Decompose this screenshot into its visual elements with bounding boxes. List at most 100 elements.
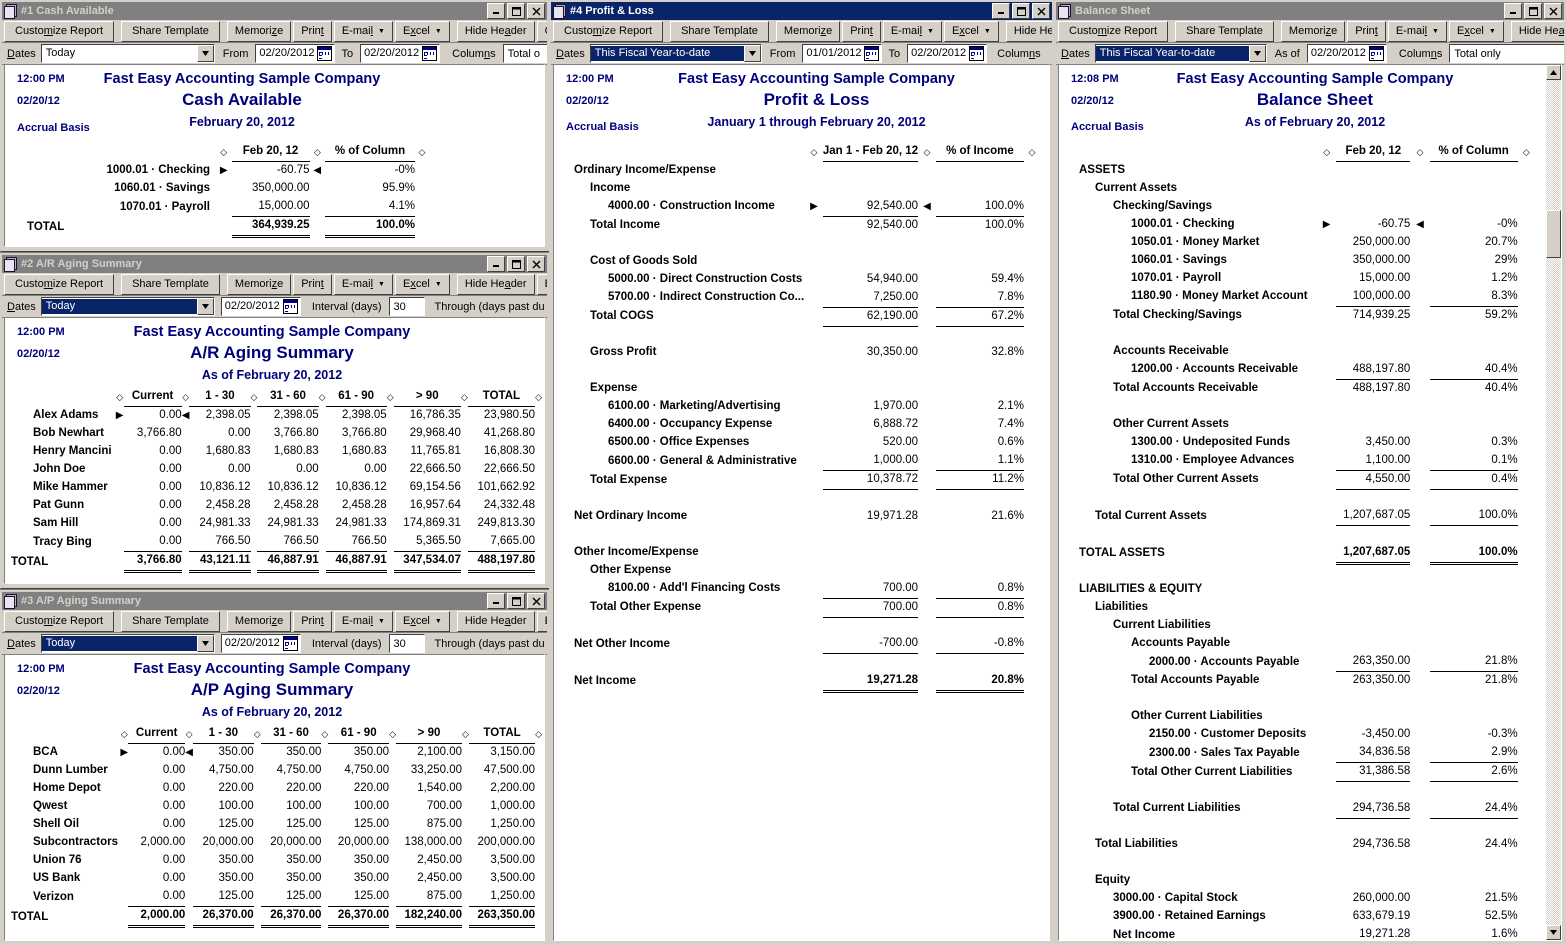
table-row[interactable]: LIABILITIES & EQUITY (1065, 581, 1535, 599)
cell-value[interactable]: 125.00 (328, 888, 389, 907)
col-resize-handle[interactable]: ◇ (535, 388, 542, 407)
chevron-down-icon[interactable] (197, 45, 214, 62)
cell-value[interactable]: 92,540.00 (823, 216, 918, 235)
cell-value[interactable]: -3,450.00 (1336, 726, 1410, 744)
window-ap-aging-summary[interactable]: #3 A/P Aging Summary Customize Report Sh… (0, 590, 549, 945)
cell-value[interactable] (823, 526, 918, 544)
table-row[interactable]: Dunn Lumber0.004,750.004,750.004,750.003… (9, 762, 542, 780)
cell-value[interactable]: 11.2% (936, 471, 1024, 490)
table-row[interactable]: 1070.01 · Payroll15,000.004.1% (11, 198, 429, 217)
cell-value[interactable] (1336, 581, 1410, 599)
table-row[interactable]: Alex Adams▶0.00◀2,398.052,398.052,398.05… (9, 407, 542, 426)
cell-value[interactable] (1336, 489, 1410, 507)
table-row[interactable]: Total Other Current Assets4,550.000.4% (1065, 470, 1535, 489)
cell-value[interactable]: 24.4% (1430, 800, 1518, 819)
cell-value[interactable]: 350.00 (261, 852, 322, 870)
hide-header-button[interactable]: Hide Header (457, 611, 535, 632)
cell-value[interactable]: 10,836.12 (257, 479, 318, 497)
cell-value[interactable]: 220.00 (328, 780, 389, 798)
email-button[interactable]: E-mail ▼ (1388, 21, 1447, 42)
titlebar-profit-and-loss[interactable]: #4 Profit & Loss (551, 2, 1052, 20)
vertical-scrollbar[interactable] (1546, 65, 1561, 940)
cell-value[interactable] (1336, 343, 1410, 361)
memorize-button[interactable]: Memorize (776, 21, 840, 42)
table-row[interactable]: 1300.00 · Undeposited Funds3,450.000.3% (1065, 434, 1535, 452)
cell-value[interactable] (936, 654, 1024, 672)
cell-value[interactable]: 26,370.00 (261, 907, 322, 927)
cell-value[interactable]: 3,500.00 (469, 870, 535, 888)
cell-value[interactable]: 766.50 (257, 533, 318, 552)
cell-value[interactable]: 4,750.00 (193, 762, 254, 780)
col-resize-handle[interactable]: ◇ (1317, 143, 1336, 162)
cell-value[interactable]: 0.8% (936, 598, 1024, 617)
table-row[interactable]: Accounts Receivable (1065, 343, 1535, 361)
hide-header-button[interactable]: Hide Header (1511, 21, 1564, 42)
cell-value[interactable]: 29% (1430, 252, 1518, 270)
cell-value[interactable]: 46,887.91 (326, 552, 387, 572)
dates-dropdown[interactable]: Today (41, 634, 215, 653)
cell-value[interactable]: 0.6% (936, 434, 1024, 452)
cell-value[interactable]: 700.00 (396, 798, 462, 816)
table-row[interactable]: 2150.00 · Customer Deposits-3,450.00-0.3… (1065, 726, 1535, 744)
hide-header-button[interactable]: Hide Head (1006, 21, 1052, 42)
table-row[interactable]: 8100.00 · Add'l Financing Costs700.000.8… (560, 580, 1040, 599)
table-row[interactable]: Other Current Liabilities (1065, 708, 1535, 726)
from-date-field[interactable]: 02/20/2012 (255, 44, 335, 63)
table-row[interactable]: Total Checking/Savings714,939.2559.2% (1065, 306, 1535, 325)
toolbar-ap-aging-summary[interactable]: Customize Report Share Template Memorize… (2, 610, 547, 633)
cell-value[interactable]: 4.1% (325, 198, 415, 217)
cell-value[interactable]: -0.3% (1430, 726, 1518, 744)
cell-value[interactable]: 43,121.11 (189, 552, 250, 572)
table-row[interactable]: Home Depot0.00220.00220.00220.001,540.00… (9, 780, 542, 798)
table-row[interactable]: Other Current Assets (1065, 416, 1535, 434)
print-button[interactable]: Print (293, 611, 332, 632)
column-header[interactable]: Feb 20, 12 (232, 143, 310, 162)
cell-value[interactable]: 263,350.00 (469, 907, 535, 927)
cell-value[interactable]: 100.0% (325, 217, 415, 237)
cell-value[interactable]: 21.6% (936, 508, 1024, 526)
cell-value[interactable]: 24.4% (1430, 836, 1518, 854)
table-row[interactable]: 6600.00 · General & Administrative1,000.… (560, 452, 1040, 471)
cell-value[interactable]: 220.00 (193, 780, 254, 798)
table-row[interactable]: Shell Oil0.00125.00125.00125.00875.001,2… (9, 816, 542, 834)
asof-date-field[interactable]: 02/20/2012 (221, 634, 301, 653)
cell-value[interactable]: 520.00 (823, 434, 918, 452)
to-date-field[interactable]: 02/20/2012 (907, 44, 987, 63)
cell-value[interactable] (823, 162, 918, 180)
cell-value[interactable]: 125.00 (261, 888, 322, 907)
cell-value[interactable]: 100.0% (936, 198, 1024, 217)
col-resize-handle[interactable]: ◇ (120, 725, 128, 744)
cell-value[interactable]: 20,000.00 (193, 834, 254, 852)
cell-value[interactable]: -0% (325, 162, 415, 181)
dates-dropdown[interactable]: This Fiscal Year-to-date (1095, 44, 1267, 63)
cell-value[interactable] (823, 380, 918, 398)
dates-dropdown[interactable]: This Fiscal Year-to-date (590, 44, 762, 63)
cell-value[interactable]: 350,000.00 (1336, 252, 1410, 270)
cell-value[interactable]: 40.4% (1430, 361, 1518, 380)
share-template-button[interactable]: Share Template (1175, 21, 1274, 42)
cell-value[interactable]: 347,534.07 (394, 552, 461, 572)
table-row[interactable]: 1060.01 · Savings350,000.0095.9% (11, 180, 429, 198)
table-row[interactable]: Total Expense10,378.7211.2% (560, 471, 1040, 490)
col-resize-handle[interactable]: ◇ (116, 388, 124, 407)
cell-value[interactable]: 2,000.00 (128, 834, 185, 852)
cell-value[interactable]: 1,000.00 (469, 798, 535, 816)
cell-value[interactable]: 1,680.83 (257, 443, 318, 461)
table-row[interactable]: 2300.00 · Sales Tax Payable34,836.582.9% (1065, 744, 1535, 763)
print-button[interactable]: Print (1347, 21, 1386, 42)
table-row[interactable]: Tracy Bing0.00766.50766.50766.505,365.50… (9, 533, 542, 552)
cell-value[interactable]: 0.00 (124, 497, 182, 515)
table-row[interactable]: Net Ordinary Income19,971.2821.6% (560, 508, 1040, 526)
minimize-button[interactable] (992, 3, 1010, 19)
col-resize-handle[interactable]: ◇ (319, 388, 326, 407)
cell-value[interactable]: 19,971.28 (823, 508, 918, 526)
column-header[interactable]: 31 - 60 (261, 725, 322, 744)
cell-value[interactable]: 24,981.33 (189, 515, 250, 533)
cell-value[interactable] (1430, 526, 1518, 544)
cell-value[interactable] (1336, 690, 1410, 708)
memorize-button[interactable]: Memorize (227, 21, 291, 42)
cell-value[interactable]: 2,398.05 (189, 407, 250, 426)
table-row[interactable]: Net Income19,271.281.6% (1065, 926, 1535, 941)
cell-value[interactable]: 21.5% (1430, 890, 1518, 908)
table-row[interactable]: 1180.90 · Money Market Account100,000.00… (1065, 288, 1535, 307)
